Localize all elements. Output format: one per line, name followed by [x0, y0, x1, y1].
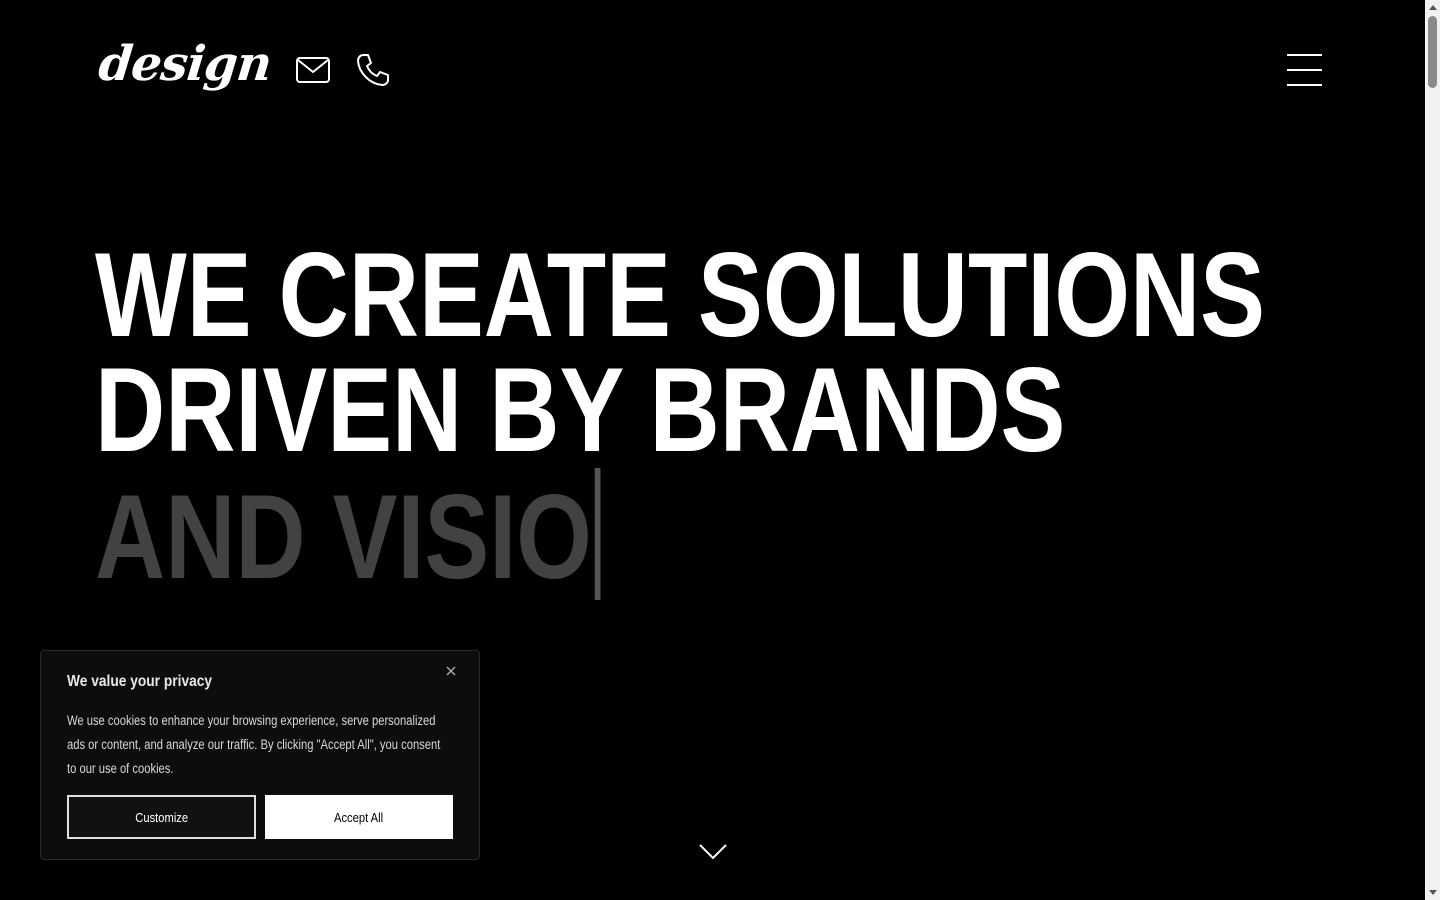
- arrow-up-icon: [1428, 5, 1437, 10]
- hero-line-1: WE CREATE SOLUTIONS: [95, 228, 1266, 362]
- accept-all-button[interactable]: Accept All: [265, 795, 453, 839]
- cookie-consent-banner: We value your privacy We use cookies to …: [40, 650, 480, 860]
- hero-line-2: DRIVEN BY BRANDS: [95, 343, 1066, 477]
- typing-cursor: [595, 468, 601, 600]
- hero-line-3: AND VISIO: [95, 468, 1265, 600]
- phone-link[interactable]: [355, 52, 391, 88]
- site-logo[interactable]: design: [96, 36, 274, 92]
- mail-icon: [296, 57, 330, 83]
- hamburger-menu-button[interactable]: [1287, 53, 1323, 87]
- scroll-down-arrow[interactable]: [1425, 885, 1440, 900]
- customize-button-label: Customize: [135, 809, 188, 825]
- cookie-title: We value your privacy: [67, 673, 213, 690]
- menu-line: [1287, 69, 1322, 71]
- customize-button[interactable]: Customize: [67, 795, 256, 839]
- chevron-down-icon: [699, 844, 727, 860]
- scroll-up-arrow[interactable]: [1425, 0, 1440, 15]
- accept-all-button-label: Accept All: [334, 809, 384, 825]
- hero-heading: WE CREATE SOLUTIONS DRIVEN BY BRANDS AND…: [95, 228, 1425, 600]
- close-icon: [446, 666, 456, 676]
- scrollbar-thumb[interactable]: [1428, 16, 1437, 88]
- cookie-description: We use cookies to enhance your browsing …: [67, 713, 441, 776]
- cookie-close-button[interactable]: [443, 663, 459, 679]
- arrow-down-icon: [1428, 890, 1437, 895]
- hamburger-menu-icon: [1287, 54, 1322, 56]
- phone-icon: [357, 54, 389, 86]
- cookie-actions: Customize Accept All: [67, 795, 453, 839]
- hero-typing-text: AND VISIO: [95, 470, 592, 604]
- page-scrollbar[interactable]: [1425, 0, 1440, 900]
- menu-line: [1287, 84, 1322, 86]
- mail-link[interactable]: [295, 52, 331, 88]
- page: design WE CREATE SOLUTIONS DRIVEN BY BRA…: [0, 0, 1425, 900]
- scroll-down-button[interactable]: [698, 840, 728, 862]
